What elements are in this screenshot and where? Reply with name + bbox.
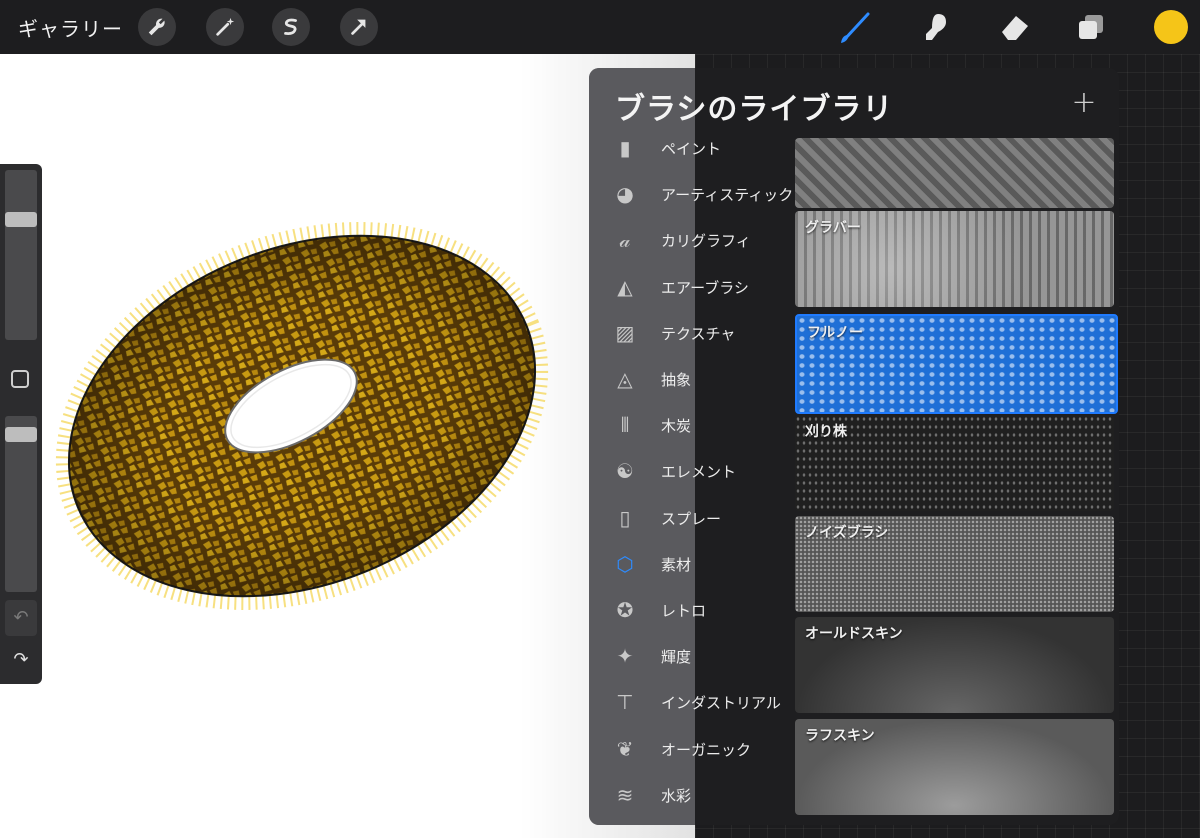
category-label: テクスチャ [661,324,736,343]
brush-name: ラフスキン [805,728,875,744]
modify-button[interactable] [11,370,29,388]
layers-icon[interactable] [1070,6,1112,48]
category-item[interactable]: ✪ レトロ [589,590,795,630]
category-item[interactable]: ❦ オーガニック [589,729,795,769]
category-item[interactable]: 𝒶 カリグラフィ [589,220,795,260]
brush-item[interactable]: ノイズブラシ [795,516,1114,612]
brush-name: グラバー [805,220,861,236]
category-label: エアーブラシ [661,278,749,297]
category-item[interactable]: ▯ スプレー [589,498,795,538]
brush-name: オールドスキン [805,626,903,642]
category-label: アーティスティック [661,186,794,205]
gallery-button[interactable]: ギャラリー [18,13,123,42]
smudge-icon[interactable] [914,6,956,48]
spray-can-icon: ▯ [619,505,631,530]
calligraphy-icon: 𝒶 [619,228,631,253]
category-item[interactable]: ☯ エレメント [589,451,795,491]
brush-item[interactable]: フルノー [795,314,1118,414]
category-label: 抽象 [661,371,692,389]
wrench-icon[interactable] [138,8,176,46]
brush-item[interactable] [795,138,1114,208]
category-label: オーガニック [661,740,752,759]
texture-icon: ▨ [615,320,635,345]
category-label: レトロ [661,602,707,620]
star-circle-icon: ✪ [616,598,634,622]
brush-item[interactable]: グラバー [795,211,1114,307]
category-label: 水彩 [661,786,692,805]
category-label: 木炭 [661,417,692,436]
brush-library-panel: ブラシのライブラリ + ▮ ペイント ◕ アーティスティック 𝒶 カリグラフィ ◭ エアーブラ… [589,68,1119,825]
category-item[interactable]: ⬡ 素材 [589,544,795,584]
abstract-icon: ◬ [617,367,633,391]
anvil-icon: ⊤ [616,690,634,715]
category-label: インダストリアル [661,694,781,713]
category-label: エレメント [661,463,737,482]
sparkle-icon: ✦ [616,644,634,669]
magic-wand-icon[interactable] [206,8,244,46]
category-item[interactable]: ◕ アーティスティック [589,174,795,214]
plus-icon[interactable]: + [1067,86,1101,120]
brush-size-slider[interactable] [5,170,37,340]
brush-name: フルノー [807,325,863,341]
opacity-slider[interactable] [5,416,37,592]
top-toolbar: ギャラリー [0,0,1200,54]
selection-icon[interactable] [272,8,310,46]
category-label: スプレー [661,509,722,528]
brush-name: 刈り株 [805,424,847,440]
eraser-icon[interactable] [994,6,1036,48]
waves-icon: ≋ [616,782,634,807]
brush-item[interactable]: ラフスキン [795,719,1114,815]
category-item[interactable]: ▮ ペイント [589,128,795,168]
category-item[interactable]: ≋ 水彩 [589,775,795,815]
brush-name: ノイズブラシ [805,525,889,541]
yin-yang-icon: ☯ [616,459,634,484]
category-label: ペイント [661,140,722,158]
category-item[interactable]: ▨ テクスチャ [589,313,795,353]
category-item[interactable]: ◭ エアーブラシ [589,267,795,307]
brush-size-thumb[interactable] [5,211,37,227]
donut-artwork [55,222,549,610]
category-item[interactable]: ◬ 抽象 [589,359,795,399]
left-sidebar: ↶ ↷ [0,164,42,684]
redo-icon[interactable]: ↷ [5,642,37,678]
opacity-thumb[interactable] [5,427,37,443]
category-item[interactable]: ⦀ 木炭 [589,405,795,445]
category-label: カリグラフィ [661,232,751,251]
leaf-icon: ❦ [616,736,634,761]
charcoal-icon: ⦀ [620,413,630,438]
category-item[interactable]: ⊤ インダストリアル [589,682,795,722]
transform-arrow-icon[interactable] [340,8,378,46]
color-picker[interactable] [1154,10,1188,44]
category-label: 素材 [661,555,692,574]
palette-icon: ◕ [616,182,634,207]
cube-icon: ⬡ [616,551,634,576]
brush-item[interactable]: 刈り株 [795,415,1114,511]
category-label: 輝度 [661,648,692,667]
airbrush-icon: ◭ [617,274,633,299]
brush-item[interactable]: オールドスキン [795,617,1114,713]
category-item[interactable]: ✦ 輝度 [589,636,795,676]
paint-brush-icon: ▮ [619,136,631,160]
brush-icon[interactable] [834,6,876,48]
undo-icon[interactable]: ↶ [5,600,37,636]
panel-title: ブラシのライブラリ [615,92,894,127]
